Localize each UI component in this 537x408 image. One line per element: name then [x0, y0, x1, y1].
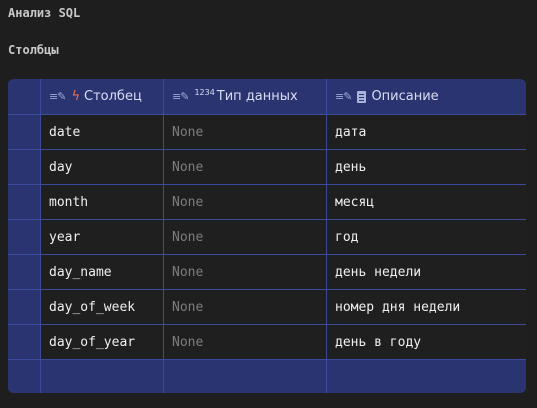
row-index-cell[interactable]	[8, 325, 41, 359]
columns-table: ≡✎ ϟ Столбец ≡✎ 1234 Тип данных ≡✎ Описа…	[8, 79, 526, 393]
description-cell[interactable]	[327, 360, 526, 393]
column-name-cell[interactable]: day_of_week	[41, 290, 164, 324]
row-index-cell[interactable]	[8, 115, 41, 149]
header-description[interactable]: ≡✎ Описание	[327, 79, 526, 114]
data-type-cell[interactable]: None	[164, 255, 327, 289]
description-cell[interactable]: дата	[327, 115, 526, 149]
row-index-cell[interactable]	[8, 255, 41, 289]
data-type-cell[interactable]: None	[164, 290, 327, 324]
description-cell[interactable]: месяц	[327, 185, 526, 219]
column-name-cell[interactable]: date	[41, 115, 164, 149]
column-name-cell[interactable]	[41, 360, 164, 393]
section-title: Столбцы	[8, 43, 59, 57]
new-row-placeholder[interactable]	[8, 360, 526, 393]
table-row[interactable]: year None год	[8, 220, 526, 255]
lightning-icon: ϟ	[71, 89, 81, 104]
data-type-cell[interactable]: None	[164, 115, 327, 149]
data-type-cell[interactable]: None	[164, 150, 327, 184]
description-cell[interactable]: день в году	[327, 325, 526, 359]
table-row[interactable]: month None месяц	[8, 185, 526, 220]
table-row[interactable]: day_of_year None день в году	[8, 325, 526, 360]
column-name-cell[interactable]: year	[41, 220, 164, 254]
description-cell[interactable]: год	[327, 220, 526, 254]
data-type-cell[interactable]: None	[164, 185, 327, 219]
numeric-type-icon: 1234	[194, 88, 215, 97]
header-description-label: Описание	[371, 89, 439, 104]
row-index-cell[interactable]	[8, 360, 41, 393]
row-index-header[interactable]	[8, 79, 41, 114]
row-index-cell[interactable]	[8, 185, 41, 219]
header-column-label: Столбец	[84, 89, 142, 104]
column-name-cell[interactable]: day	[41, 150, 164, 184]
column-name-cell[interactable]: day_of_year	[41, 325, 164, 359]
row-index-cell[interactable]	[8, 290, 41, 324]
document-icon	[357, 90, 367, 103]
row-index-cell[interactable]	[8, 150, 41, 184]
header-column[interactable]: ≡✎ ϟ Столбец	[41, 79, 164, 114]
data-type-cell[interactable]: None	[164, 325, 327, 359]
page-title: Анализ SQL	[8, 6, 81, 20]
table-row[interactable]: day_of_week None номер дня недели	[8, 290, 526, 325]
data-type-cell[interactable]: None	[164, 220, 327, 254]
table-row[interactable]: date None дата	[8, 115, 526, 150]
row-index-cell[interactable]	[8, 220, 41, 254]
table-header-row: ≡✎ ϟ Столбец ≡✎ 1234 Тип данных ≡✎ Описа…	[8, 79, 526, 115]
header-type-label: Тип данных	[216, 89, 298, 104]
edit-icon[interactable]: ≡✎	[172, 90, 189, 103]
description-cell[interactable]: номер дня недели	[327, 290, 526, 324]
data-type-cell[interactable]	[164, 360, 327, 393]
description-cell[interactable]: день недели	[327, 255, 526, 289]
table-row[interactable]: day_name None день недели	[8, 255, 526, 290]
edit-icon[interactable]: ≡✎	[49, 90, 66, 103]
description-cell[interactable]: день	[327, 150, 526, 184]
edit-icon[interactable]: ≡✎	[335, 90, 352, 103]
table-row[interactable]: day None день	[8, 150, 526, 185]
column-name-cell[interactable]: month	[41, 185, 164, 219]
column-name-cell[interactable]: day_name	[41, 255, 164, 289]
header-type[interactable]: ≡✎ 1234 Тип данных	[164, 79, 327, 114]
